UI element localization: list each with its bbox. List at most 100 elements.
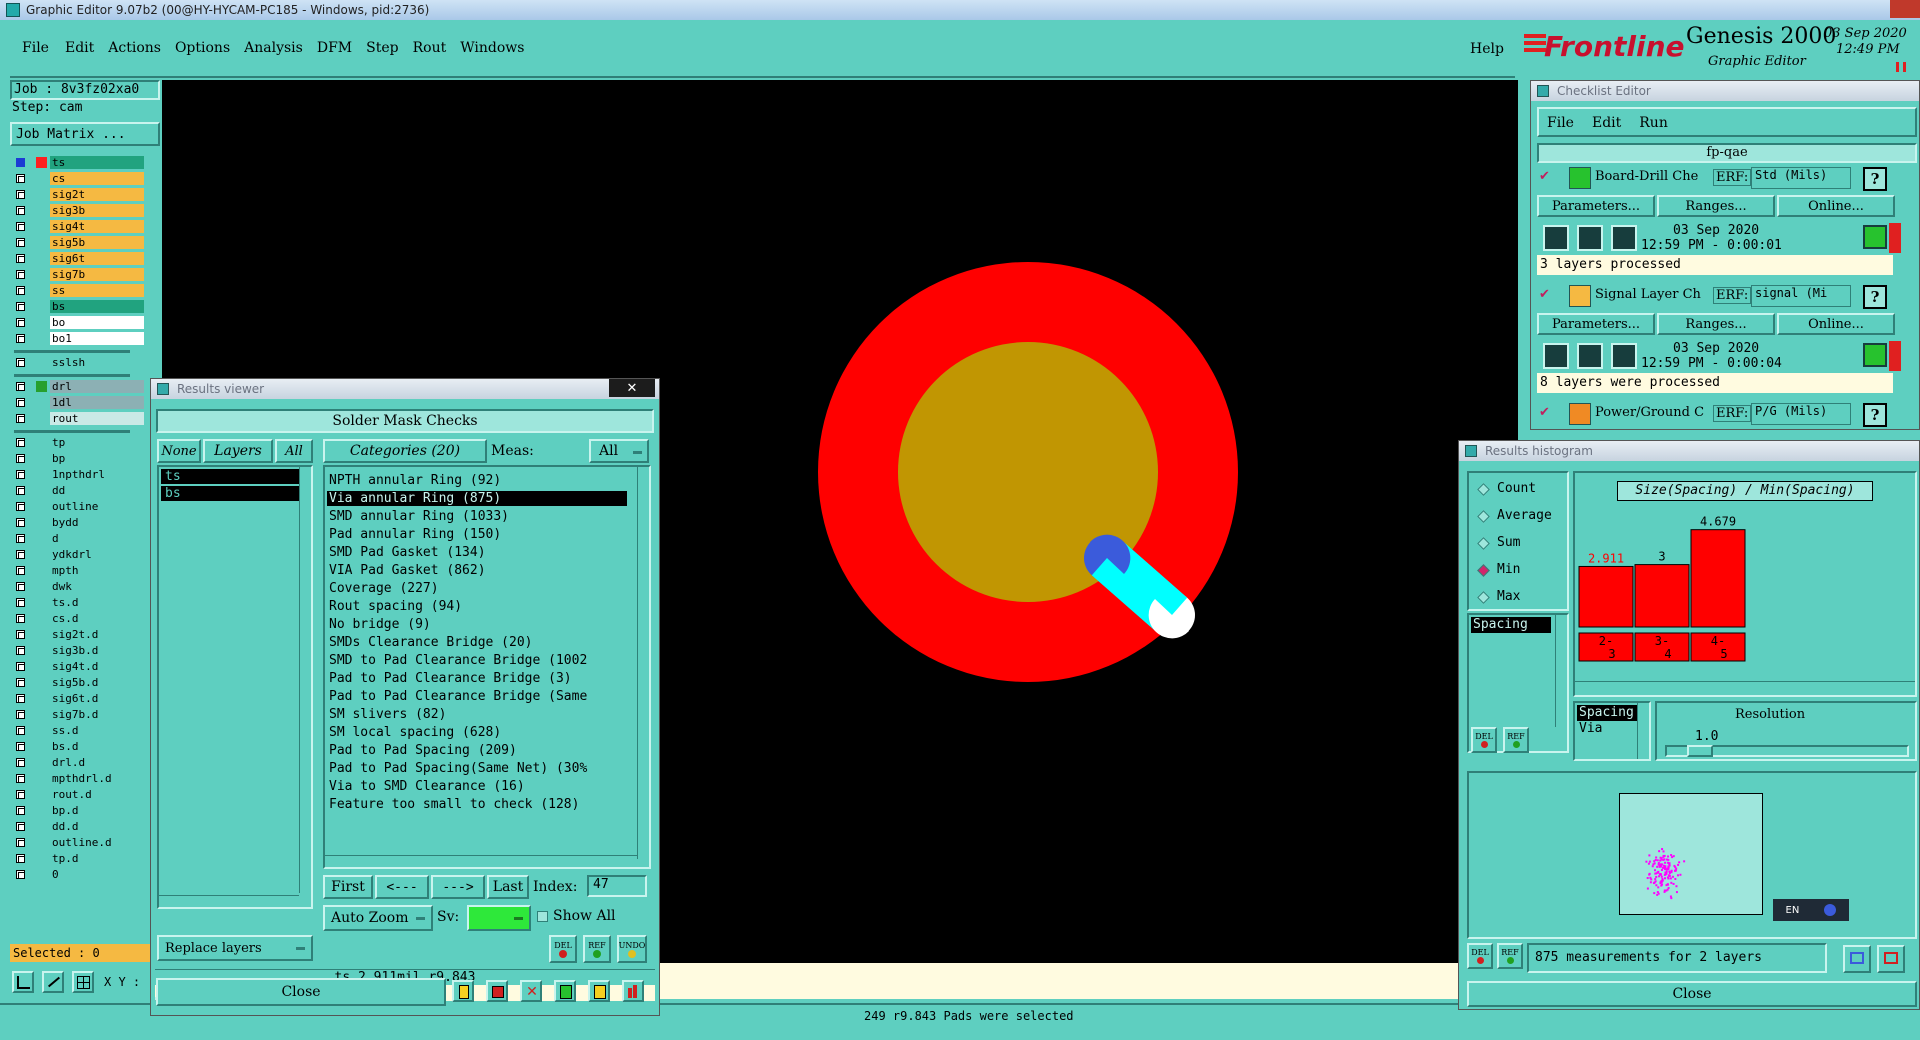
layer-checkbox[interactable] [16,254,25,263]
layer-checkbox[interactable] [16,302,25,311]
histogram-hscroll[interactable] [1575,681,1915,693]
categories-button[interactable]: Categories (20) [323,439,487,463]
layer-checkbox[interactable] [16,582,25,591]
layer-checkbox[interactable] [16,470,25,479]
layer-checkbox[interactable] [16,774,25,783]
zoom-results-icon[interactable] [1863,343,1887,367]
menu-analysis[interactable]: Analysis [244,40,303,60]
category-item[interactable]: NPTH annular Ring (92) [327,473,633,488]
layer-checkbox[interactable] [16,454,25,463]
layer-row[interactable]: cs [14,172,144,185]
run-stop-icon[interactable] [1611,343,1637,369]
layer-row[interactable]: mpthdrl.d [14,772,144,785]
category-item[interactable]: Via annular Ring (875) [327,491,627,506]
layer-row[interactable]: sig3b.d [14,644,144,657]
parameters-button[interactable]: Parameters... [1537,313,1655,335]
run-stop-icon[interactable] [1611,225,1637,251]
layer-checkbox[interactable] [16,838,25,847]
layer-row[interactable]: sig7b.d [14,708,144,721]
menu-file[interactable]: File [22,40,49,60]
layer-checkbox[interactable] [16,286,25,295]
layer-checkbox[interactable] [16,758,25,767]
layer-row[interactable]: sslsh [14,356,144,369]
mode-option-min[interactable]: Min [1477,560,1569,587]
layers-hscroll[interactable] [159,895,299,907]
hist-ref-button-bottom[interactable]: REF [1497,943,1523,969]
mode-option-count[interactable]: Count [1477,479,1569,506]
category-item[interactable]: SM local spacing (628) [327,725,633,740]
layer-checkbox[interactable] [16,398,25,407]
category-item[interactable]: Via to SMD Clearance (16) [327,779,633,794]
layer-row[interactable]: sig3b [14,204,144,217]
layer-row[interactable]: rout.d [14,788,144,801]
histogram-bar[interactable] [1634,564,1690,628]
layer-row[interactable]: ss.d [14,724,144,737]
mode-option-sum[interactable]: Sum [1477,533,1569,560]
histogram-list-item[interactable]: Spacing [1471,617,1551,633]
layer-row[interactable]: dd [14,484,144,497]
layer-row[interactable]: sig5b.d [14,676,144,689]
hist-layout-icon[interactable] [1843,945,1871,973]
next-button[interactable]: ---> [431,875,485,899]
layer-row[interactable]: bp [14,452,144,465]
ranges-button[interactable]: Ranges... [1657,195,1775,217]
checklist-menu-edit[interactable]: Edit [1592,115,1621,131]
histogram-bar[interactable] [1690,529,1746,628]
layer-checkbox[interactable] [16,270,25,279]
category-item[interactable]: VIA Pad Gasket (862) [327,563,633,578]
series-list-item[interactable]: Via [1577,721,1637,737]
check-name[interactable]: Signal Layer Ch [1595,287,1715,302]
categories-hscroll[interactable] [325,855,637,867]
hist-del-button-bottom[interactable]: DEL [1467,943,1493,969]
radio-icon[interactable] [1477,591,1490,604]
menu-dfm[interactable]: DFM [317,40,352,60]
hist-del-button[interactable]: DEL [1471,727,1497,753]
layer-checkbox[interactable] [16,318,25,327]
check-name[interactable]: Power/Ground C [1595,405,1715,420]
layer-checkbox[interactable] [16,870,25,879]
hist-ref-button[interactable]: REF [1503,727,1529,753]
layer-checkbox[interactable] [16,238,25,247]
layer-row[interactable]: sig4t [14,220,144,233]
layer-checkbox[interactable] [16,678,25,687]
result-layer-item[interactable]: ts [161,469,301,484]
results-viewer-close-icon[interactable]: ✕ [609,379,655,397]
layer-row[interactable]: ss [14,284,144,297]
layer-row[interactable]: bs.d [14,740,144,753]
layer-checkbox[interactable] [16,726,25,735]
layer-checkbox[interactable] [16,486,25,495]
layer-checkbox[interactable] [16,630,25,639]
stop-icon[interactable] [486,980,508,1002]
erf-value[interactable]: signal (Mi [1751,285,1851,307]
notes-icon[interactable] [588,980,610,1002]
layer-row[interactable]: bs [14,300,144,313]
angle-tool-icon[interactable] [42,971,64,993]
menu-actions[interactable]: Actions [108,40,161,60]
histogram-close-button[interactable]: Close [1467,981,1917,1007]
layer-checkbox[interactable] [16,334,25,343]
categories-vscroll[interactable] [637,467,649,859]
layer-checkbox[interactable] [16,646,25,655]
layer-checkbox[interactable] [16,550,25,559]
category-item[interactable]: SMD annular Ring (1033) [327,509,633,524]
layer-row[interactable]: sig2t.d [14,628,144,641]
ranges-button[interactable]: Ranges... [1657,313,1775,335]
category-item[interactable]: Pad to Pad Clearance Bridge (Same [327,689,633,704]
layer-checkbox[interactable] [16,822,25,831]
layer-row[interactable]: bp.d [14,804,144,817]
series-list-item[interactable]: Spacing [1577,705,1637,721]
layer-checkbox[interactable] [16,566,25,575]
radio-icon[interactable] [1477,483,1490,496]
menu-help[interactable]: Help [1470,41,1504,57]
category-item[interactable]: Feature too small to check (128) [327,797,633,812]
zoom-results-icon[interactable] [1863,225,1887,249]
online-button[interactable]: Online... [1777,313,1895,335]
check-help-button[interactable]: ? [1863,285,1887,309]
meas-dropdown[interactable]: All [589,439,649,463]
layer-checkbox[interactable] [16,190,25,199]
layer-row[interactable]: d [14,532,144,545]
layer-row[interactable]: tp [14,436,144,449]
layer-row[interactable]: ts [14,156,144,169]
last-button[interactable]: Last [487,875,529,899]
layer-checkbox[interactable] [16,534,25,543]
